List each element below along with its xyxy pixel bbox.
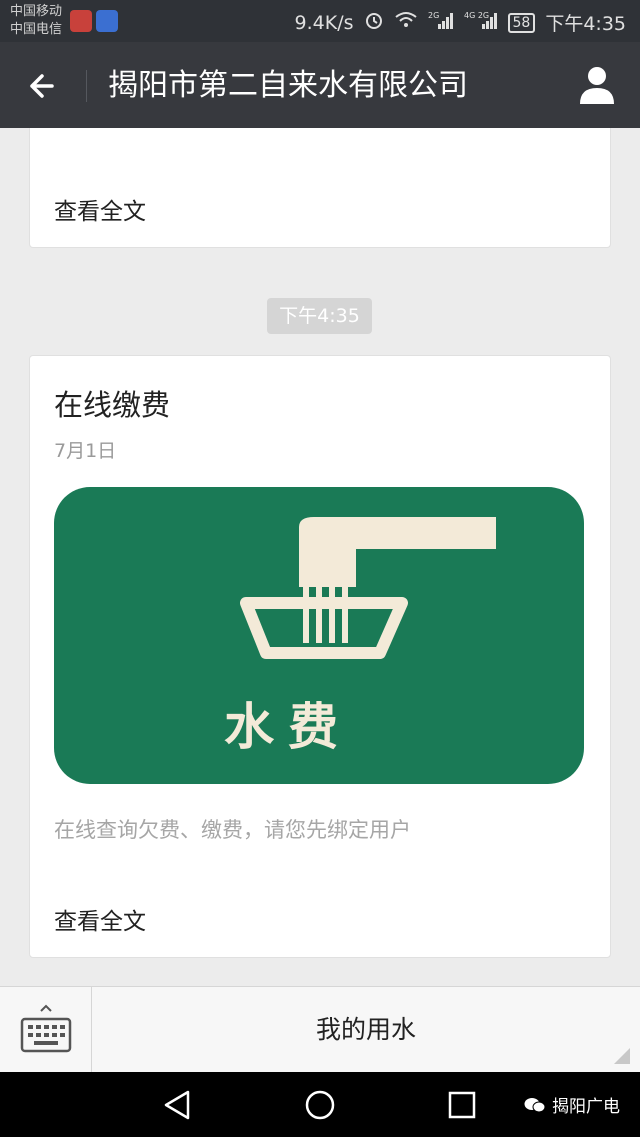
bottom-menu-bar: 我的用水 <box>0 986 640 1073</box>
nav-home-button[interactable] <box>301 1086 339 1124</box>
page-title: 揭阳市第二自来水有限公司 <box>108 68 468 103</box>
nav-back-button[interactable] <box>158 1086 196 1124</box>
signal-label-1: 2G <box>428 11 439 20</box>
carrier-info: 中国移动 中国电信 <box>10 3 62 39</box>
profile-button[interactable] <box>574 62 620 108</box>
signal-icon-2: 4G 2G <box>464 10 498 35</box>
signal-icon-1: 2G <box>428 10 454 35</box>
message-card-online-payment[interactable]: 在线缴费 7月1日 水费 在线查询欠费、缴费，请您先绑定用户 查看全文 <box>29 355 611 958</box>
article-cover-image[interactable]: 水费 <box>54 487 584 784</box>
back-button[interactable] <box>22 64 66 108</box>
read-more-link[interactable]: 查看全文 <box>54 192 146 226</box>
title-divider <box>86 70 87 102</box>
cover-title-text: 水费 <box>224 698 352 756</box>
keyboard-icon[interactable] <box>0 987 92 1073</box>
article-description: 在线查询欠费、缴费，请您先绑定用户 <box>54 818 411 842</box>
watermark-text: 揭阳广电 <box>552 1097 620 1117</box>
back-arrow-icon[interactable] <box>22 64 66 108</box>
net-speed: 9.4K/s <box>294 11 354 34</box>
system-nav-bar: 揭阳广电 <box>0 1072 640 1137</box>
nav-recents-button[interactable] <box>443 1086 481 1124</box>
carrier-2: 中国电信 <box>10 22 63 37</box>
status-clock: 下午4:35 <box>545 13 626 35</box>
square-recents-icon[interactable] <box>443 1086 481 1124</box>
circle-home-icon[interactable] <box>301 1086 339 1124</box>
watermark: 揭阳广电 <box>524 1092 620 1117</box>
wifi-icon <box>394 11 418 34</box>
baidu-paw-icon <box>96 10 118 32</box>
notification-app-icon <box>70 10 92 32</box>
article-date: 7月1日 <box>54 440 117 462</box>
status-bar: 中国移动 中国电信 9.4K/s 2G 4G 2G 58 下午4:35 <box>0 0 640 42</box>
message-card-previous[interactable]: 查看全文 <box>29 128 611 248</box>
alarm-icon <box>364 10 384 35</box>
message-timestamp: 下午4:35 <box>267 298 372 334</box>
menu-my-water-button[interactable]: 我的用水 <box>92 987 640 1073</box>
read-more-link[interactable]: 查看全文 <box>54 902 146 936</box>
carrier-1: 中国移动 <box>10 4 63 19</box>
title-bar: 揭阳市第二自来水有限公司 <box>0 42 640 128</box>
keyboard-toggle-button[interactable] <box>0 987 92 1073</box>
triangle-back-icon[interactable] <box>158 1086 196 1124</box>
status-indicators: 9.4K/s 2G 4G 2G 58 下午4:35 <box>295 9 626 36</box>
submenu-indicator-icon <box>614 1048 630 1064</box>
battery-indicator: 58 <box>507 12 536 33</box>
article-title[interactable]: 在线缴费 <box>54 382 170 424</box>
signal-label-2: 4G 2G <box>464 11 489 20</box>
wechat-logo-icon <box>524 1097 546 1112</box>
profile-icon[interactable] <box>574 62 620 108</box>
